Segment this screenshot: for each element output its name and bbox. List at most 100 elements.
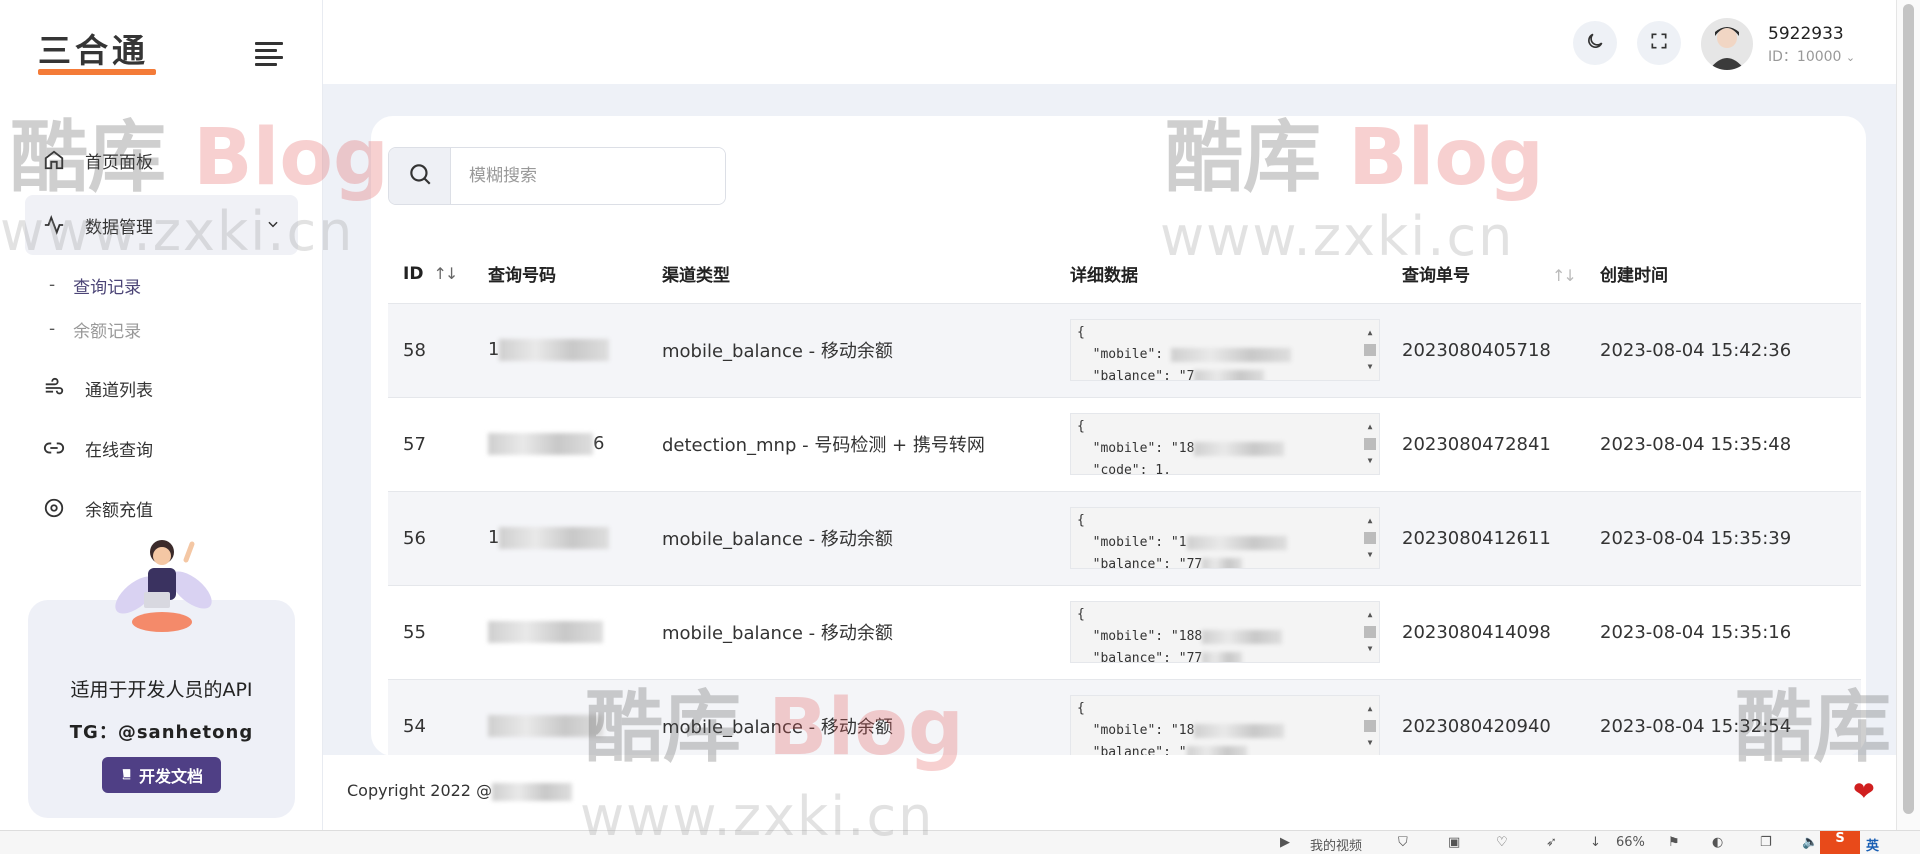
cell-order: 2023080414098 (1387, 585, 1585, 680)
cell-phone: 1 (473, 491, 647, 586)
menu-toggle-icon[interactable] (255, 42, 283, 66)
search-box (388, 147, 726, 205)
column-header-detail: 详细数据 (1055, 245, 1387, 304)
records-card: ID↑↓ 查询号码 渠道类型 详细数据 查询单号↑↓ 创建时间 58 1 mob… (371, 116, 1866, 756)
dark-mode-toggle[interactable] (1573, 21, 1617, 65)
table-row: 54 mobile_balance - 移动余额 { "mobile": "18… (388, 679, 1861, 756)
cell-order: 2023080405718 (1387, 303, 1585, 398)
user-id[interactable]: ID：10000 ⌄ (1768, 46, 1855, 66)
json-detail-box[interactable]: { "mobile": "188 "balance": "77 ▲ ▼ (1070, 601, 1380, 663)
cell-channel: mobile_balance - 移动余额 (647, 585, 1055, 680)
download-icon[interactable]: ↓ (1590, 835, 1601, 850)
table-row: 55 mobile_balance - 移动余额 { "mobile": "18… (388, 585, 1861, 680)
cell-time: 2023-08-04 15:35:39 (1585, 491, 1861, 586)
json-detail-box[interactable]: { "mobile": "balance": "7 ▲ ▼ (1070, 319, 1380, 381)
sidebar-item-label: 首页面板 (85, 152, 153, 173)
column-header-phone: 查询号码 (473, 245, 647, 304)
cell-channel: mobile_balance - 移动余额 (647, 491, 1055, 586)
cell-id: 54 (388, 679, 473, 756)
zoom-level[interactable]: 66% (1616, 835, 1645, 850)
logo-text: 三合通 (38, 31, 149, 70)
image-icon[interactable]: ▣ (1448, 835, 1460, 850)
search-button[interactable] (389, 148, 451, 204)
chevron-down-icon (266, 216, 280, 235)
page-footer: Copyright 2022 @ ❤ (323, 755, 1896, 830)
heartbeat-icon[interactable]: ♡ (1496, 835, 1508, 850)
sidebar-item-label: 余额充值 (85, 500, 153, 521)
globe-icon[interactable]: ◐ (1712, 835, 1723, 850)
disc-icon (43, 497, 65, 519)
column-header-order[interactable]: 查询单号 ↑↓ (1387, 245, 1585, 304)
top-header: 5922933 ID：10000 ⌄ (323, 0, 1896, 84)
cell-detail: { "mobile": "18 "balance": " ▲ ▼ (1055, 679, 1387, 756)
ime-icon[interactable]: S (1820, 831, 1860, 854)
developer-illustration (96, 530, 226, 650)
fullscreen-button[interactable] (1637, 21, 1681, 65)
page-scrollbar[interactable] (1896, 0, 1920, 830)
promo-title: 适用于开发人员的API (70, 679, 253, 701)
sidebar-item-label: 通道列表 (85, 380, 153, 401)
volume-icon[interactable]: 🔈 (1802, 835, 1818, 850)
rocket-icon[interactable]: ➶ (1546, 835, 1557, 850)
records-table: ID ↑↓ 查询号码 渠道类型 详细数据 查询单号 ↑↓ 创建时间 58 1 mob… (388, 245, 1861, 756)
cell-time: 2023-08-04 15:35:16 (1585, 585, 1861, 680)
column-header-channel: 渠道类型 (647, 245, 1055, 304)
json-scrollbar[interactable]: ▲ ▼ (1363, 698, 1377, 754)
cell-channel: mobile_balance - 移动余额 (647, 303, 1055, 398)
search-input[interactable] (451, 148, 725, 204)
wind-icon (43, 377, 65, 399)
my-video-link[interactable]: 我的视频 (1310, 835, 1362, 854)
json-scrollbar[interactable]: ▲ ▼ (1363, 416, 1377, 472)
sidebar-item-home[interactable]: 首页面板 (25, 135, 298, 185)
sidebar-item-online-query[interactable]: 在线查询 (25, 423, 298, 473)
sidebar-subitem-query-records[interactable]: - 查询记录 (49, 263, 298, 307)
play-icon[interactable]: ▶ (1280, 835, 1290, 850)
json-detail-box[interactable]: { "mobile": "1 "balance": "77 ▲ ▼ (1070, 507, 1380, 569)
sidebar-item-recharge[interactable]: 余额充值 (25, 483, 298, 533)
sort-icon[interactable]: ↑↓ (1552, 266, 1577, 285)
search-icon (407, 161, 433, 191)
cell-channel: detection_mnp - 号码检测 + 携号转网 (647, 397, 1055, 492)
cell-time: 2023-08-04 15:32:54 (1585, 679, 1861, 756)
promo-card: 适用于开发人员的API TG：@sanhetong 开发文档 (28, 540, 295, 818)
scrollbar-thumb[interactable] (1903, 4, 1914, 814)
sidebar-nav: 首页面板 数据管理 - 查询记录 - 余额记录 通道列表 在线查询 余额充值 (25, 135, 298, 543)
fullscreen-icon (1649, 31, 1669, 55)
avatar[interactable] (1701, 18, 1753, 70)
json-scrollbar[interactable]: ▲ ▼ (1363, 604, 1377, 660)
sidebar-item-channel-list[interactable]: 通道列表 (25, 363, 298, 413)
logo-underline (38, 69, 156, 75)
ime-mode[interactable]: 英 (1866, 835, 1879, 854)
sort-icon[interactable]: ↑↓ (433, 264, 458, 283)
json-detail-box[interactable]: { "mobile": "18 "balance": " ▲ ▼ (1070, 695, 1380, 756)
activity-icon (43, 214, 65, 236)
json-scrollbar[interactable]: ▲ ▼ (1363, 322, 1377, 378)
logo[interactable]: 三合通 (38, 33, 158, 75)
sidebar: 三合通 首页面板 数据管理 - 查询记录 - 余额记录 通道列表 在线查询 余额… (0, 0, 323, 830)
sidebar-subitem-balance-records[interactable]: - 余额记录 (49, 307, 298, 351)
cell-phone (473, 679, 647, 756)
cell-time: 2023-08-04 15:35:48 (1585, 397, 1861, 492)
shield-icon[interactable]: ⛉ (1398, 835, 1408, 850)
cell-detail: { "mobile": "1 "balance": "77 ▲ ▼ (1055, 491, 1387, 586)
user-name[interactable]: 5922933 (1768, 24, 1844, 44)
dev-docs-button[interactable]: 开发文档 (102, 757, 221, 793)
flag-icon[interactable]: ⚑ (1668, 835, 1680, 850)
cell-id: 56 (388, 491, 473, 586)
cell-order: 2023080472841 (1387, 397, 1585, 492)
window-icon[interactable]: ❐ (1760, 835, 1772, 850)
link-icon (43, 437, 65, 459)
table-row: 57 6 detection_mnp - 号码检测 + 携号转网 { "mobi… (388, 397, 1861, 492)
json-detail-box[interactable]: { "mobile": "18 "code": 1, ▲ ▼ (1070, 413, 1380, 475)
book-icon (120, 766, 133, 785)
moon-icon (1585, 31, 1605, 55)
json-scrollbar[interactable]: ▲ ▼ (1363, 510, 1377, 566)
table-row: 56 1 mobile_balance - 移动余额 { "mobile": "… (388, 491, 1861, 586)
sidebar-item-data-management[interactable]: 数据管理 (25, 195, 298, 255)
sidebar-submenu: - 查询记录 - 余额记录 (25, 263, 298, 351)
cell-phone: 1 (473, 303, 647, 398)
cell-order: 2023080412611 (1387, 491, 1585, 586)
copyright-text: Copyright 2022 @ (347, 781, 573, 801)
column-header-id[interactable]: ID ↑↓ (388, 245, 473, 304)
chevron-down-icon: ⌄ (1845, 51, 1856, 64)
